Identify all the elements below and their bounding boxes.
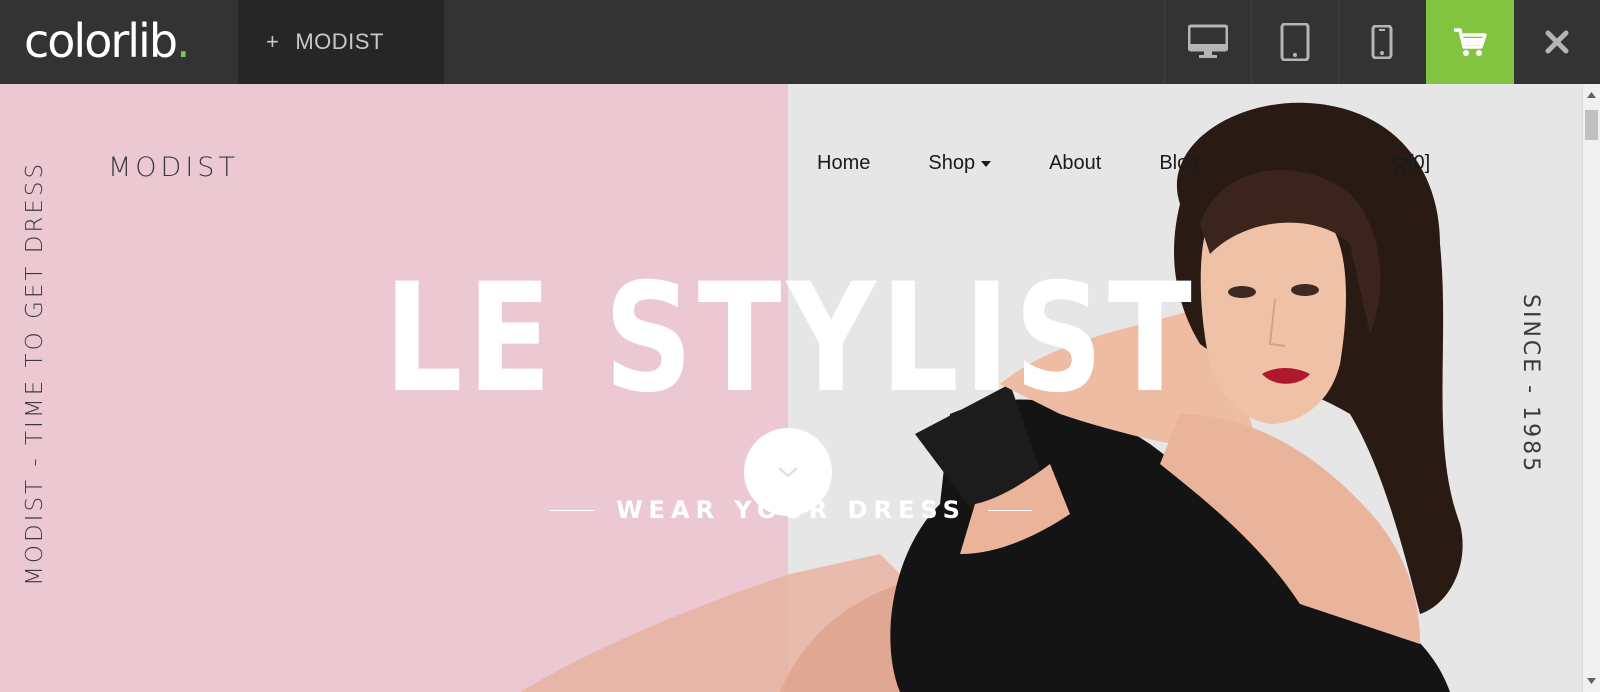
scrollbar-thumb[interactable] bbox=[1585, 110, 1598, 140]
mobile-view-button[interactable] bbox=[1338, 0, 1425, 84]
scroll-down-arrow[interactable] bbox=[1583, 670, 1600, 692]
hero-title: LE STYLIST bbox=[384, 252, 1197, 426]
triangle-down-icon bbox=[1587, 678, 1596, 684]
hero-tagline: WEAR YOUR DRESS bbox=[0, 496, 1582, 524]
tablet-icon bbox=[1280, 23, 1310, 61]
tablet-view-button[interactable] bbox=[1251, 0, 1338, 84]
cart-count: [0] bbox=[1408, 152, 1431, 174]
nav-blog[interactable]: Blog bbox=[1159, 152, 1199, 175]
buy-button[interactable] bbox=[1426, 0, 1514, 84]
nav-shop[interactable]: Shop bbox=[928, 152, 991, 175]
triangle-up-icon bbox=[1587, 92, 1596, 98]
chevron-down-icon bbox=[778, 467, 798, 478]
tagline-rule-left bbox=[550, 509, 595, 511]
cart-icon bbox=[1454, 28, 1487, 56]
plus-icon: + bbox=[266, 29, 280, 54]
colorlib-logo[interactable]: colorlib. bbox=[24, 14, 191, 70]
cart-icon bbox=[1390, 155, 1408, 172]
close-icon bbox=[1545, 30, 1569, 54]
preview-toolbar: colorlib. + MODIST bbox=[0, 0, 1600, 84]
nav-home[interactable]: Home bbox=[817, 152, 870, 175]
side-right-label: SINCE - 1985 bbox=[1518, 294, 1543, 475]
vertical-scrollbar[interactable] bbox=[1582, 84, 1600, 692]
side-left-label: MODIST - TIME TO GET DRESS bbox=[22, 160, 48, 586]
mobile-icon bbox=[1371, 25, 1393, 59]
theme-preview: MODIST Home Shop About Blog [0] MODIST -… bbox=[0, 84, 1582, 692]
side-text-right: SINCE - 1985 bbox=[1513, 294, 1561, 494]
theme-tab-modist[interactable]: + MODIST bbox=[238, 0, 444, 84]
side-text-left: MODIST - TIME TO GET DRESS bbox=[22, 160, 70, 586]
scroll-up-arrow[interactable] bbox=[1583, 84, 1600, 106]
nav-cart[interactable]: [0] bbox=[1390, 152, 1430, 175]
desktop-view-button[interactable] bbox=[1164, 0, 1251, 84]
theme-tab-label: MODIST bbox=[295, 29, 384, 54]
desktop-icon bbox=[1188, 24, 1228, 58]
brand-dot: . bbox=[176, 14, 191, 68]
close-preview-button[interactable] bbox=[1514, 0, 1600, 84]
site-nav: Home Shop About Blog bbox=[817, 152, 1257, 175]
brand-name: colorlib bbox=[24, 14, 178, 68]
nav-about[interactable]: About bbox=[1049, 152, 1101, 175]
site-logo[interactable]: MODIST bbox=[108, 152, 239, 183]
tagline-text: WEAR YOUR DRESS bbox=[616, 496, 966, 524]
tagline-rule-right bbox=[987, 509, 1032, 511]
